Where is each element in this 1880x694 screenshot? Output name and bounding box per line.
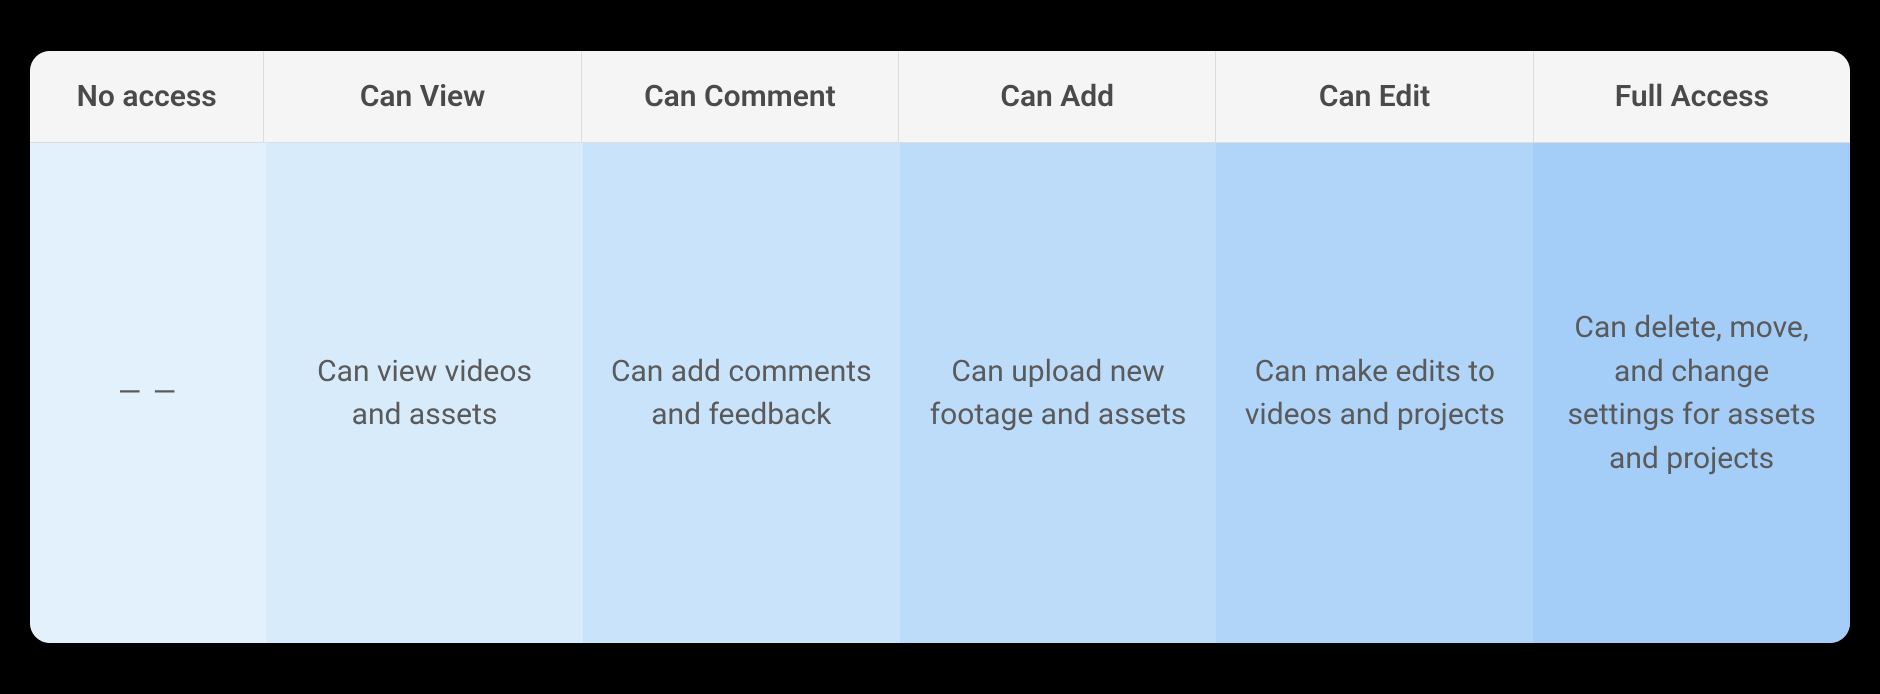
- desc-can-comment: Can add comments and feedback: [583, 143, 900, 643]
- header-can-view: Can View: [264, 51, 581, 142]
- table-body-row: — — Can view videos and assets Can add c…: [30, 143, 1850, 643]
- permissions-table: No access Can View Can Comment Can Add C…: [30, 51, 1850, 643]
- desc-full-access: Can delete, move, and change settings fo…: [1533, 143, 1850, 643]
- header-can-add: Can Add: [899, 51, 1216, 142]
- table-header-row: No access Can View Can Comment Can Add C…: [30, 51, 1850, 143]
- header-no-access: No access: [30, 51, 264, 142]
- desc-can-view: Can view videos and assets: [266, 143, 583, 643]
- header-can-comment: Can Comment: [582, 51, 899, 142]
- desc-can-add: Can upload new footage and assets: [900, 143, 1217, 643]
- desc-no-access: — —: [30, 143, 266, 643]
- header-can-edit: Can Edit: [1216, 51, 1533, 142]
- header-full-access: Full Access: [1534, 51, 1850, 142]
- desc-can-edit: Can make edits to videos and projects: [1216, 143, 1533, 643]
